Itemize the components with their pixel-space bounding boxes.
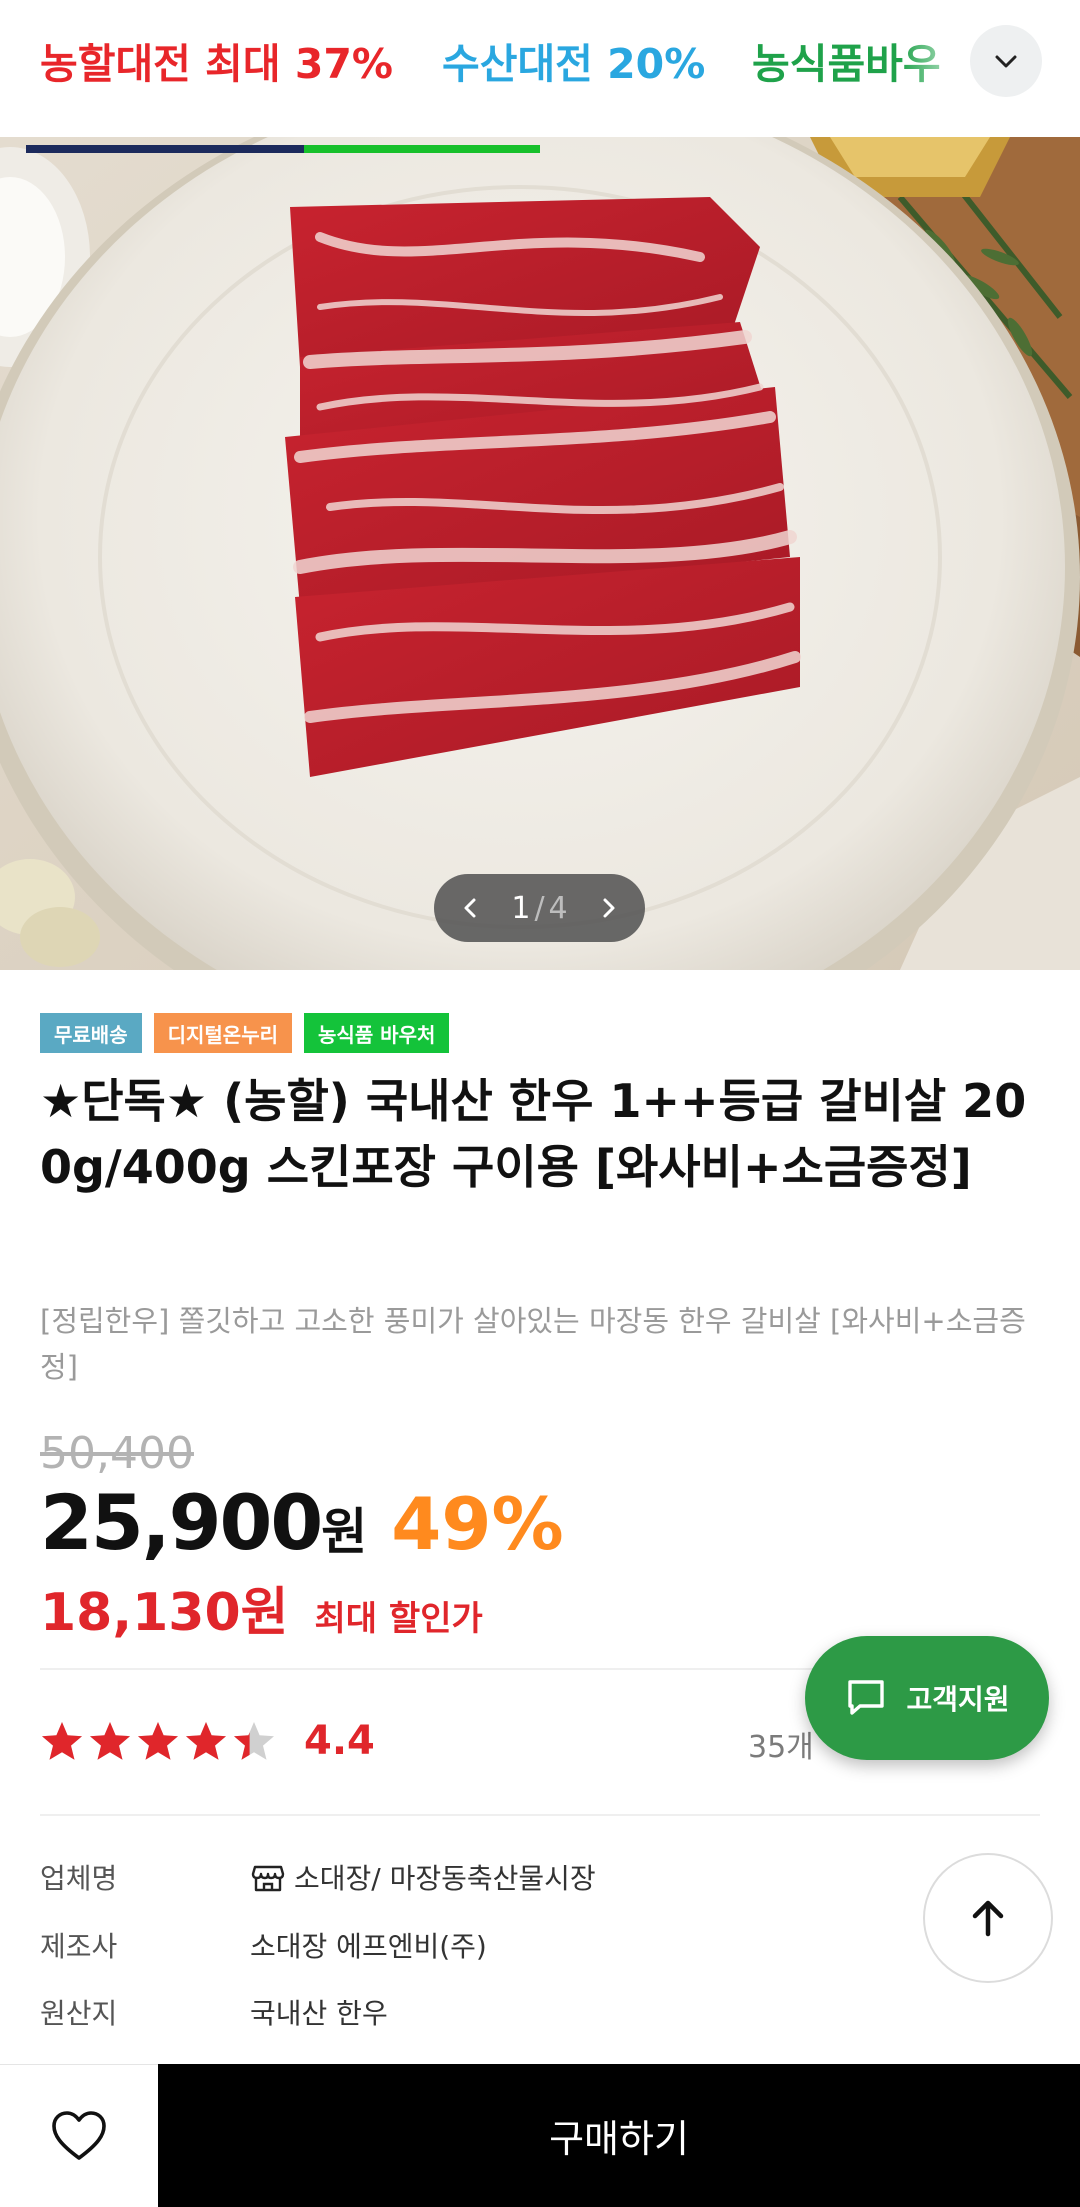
badge-free-shipping: 무료배송 — [40, 1013, 142, 1053]
expand-tabs-button[interactable] — [970, 25, 1042, 97]
tab-underline-active — [26, 145, 304, 153]
info-value: 국내산 한우 — [250, 1997, 388, 2030]
price-unit: 원 — [321, 1503, 368, 1561]
product-subtitle: [정립한우] 쫄깃하고 고소한 풍미가 살아있는 마장동 한우 갈비살 [와사비… — [40, 1304, 1026, 1384]
info-value: 소대장/ 마장동축산물시장 — [294, 1862, 596, 1895]
info-row-origin: 원산지 국내산 한우 — [40, 1992, 388, 2032]
next-image-button[interactable] — [599, 896, 619, 920]
badge-voucher: 농식품 바우처 — [304, 1013, 450, 1053]
customer-support-button[interactable]: 고객지원 — [805, 1636, 1049, 1760]
buy-button[interactable]: 구매하기 — [158, 2064, 1080, 2207]
star-icon — [186, 1722, 226, 1760]
store-icon — [251, 1865, 285, 1892]
product-image-carousel[interactable]: 1 / 4 — [0, 137, 1080, 970]
bottom-action-bar: 구매하기 — [0, 2064, 1080, 2207]
info-label: 제조사 — [40, 1930, 118, 1963]
support-label: 고객지원 — [906, 1683, 1010, 1716]
review-count[interactable]: 35개 — [748, 1722, 814, 1766]
max-discount-price: 18,130원 — [40, 1583, 289, 1643]
tab-susan-sale[interactable]: 수산대전 20% — [442, 30, 705, 90]
arrow-up-icon — [972, 1900, 1004, 1937]
info-row-seller: 업체명 소대장/ 마장동축산물시장 — [40, 1857, 596, 1897]
badge-list: 무료배송 디지털온누리 농식품 바우처 — [40, 1013, 450, 1053]
rating-row[interactable]: 4.4 — [40, 1718, 375, 1764]
product-title: ★단독★ (농할) 국내산 한우 1++등급 갈비살 200g/400g 스킨포… — [40, 1074, 1027, 1194]
star-rating — [40, 1720, 276, 1762]
price-row: 25,900원 49% — [40, 1478, 564, 1567]
chevron-right-icon — [603, 898, 615, 918]
max-discount-row: 18,130원 최대 할인가 — [40, 1570, 483, 1645]
star-icon — [90, 1722, 130, 1760]
seller-link[interactable]: 소대장/ 마장동축산물시장 — [250, 1857, 596, 1897]
scroll-top-button[interactable] — [923, 1853, 1053, 1983]
info-label: 원산지 — [40, 1997, 118, 2030]
info-label: 업체명 — [40, 1862, 118, 1895]
pager-separator: / — [534, 890, 545, 926]
divider — [40, 1814, 1040, 1816]
product-photo — [0, 137, 1080, 970]
chat-icon — [848, 1680, 885, 1715]
star-icon — [138, 1722, 178, 1760]
tabs-fade-overlay — [900, 0, 980, 137]
tab-underline-next — [304, 145, 540, 153]
promo-tab-bar: 농할대전 최대 37% 수산대전 20% 농식품바우 — [0, 0, 1080, 137]
image-pager: 1 / 4 — [434, 874, 645, 942]
original-price: 50,400 — [40, 1428, 194, 1479]
rating-value: 4.4 — [304, 1718, 375, 1764]
max-discount-label: 최대 할인가 — [314, 1599, 483, 1639]
pager-current: 1 — [511, 890, 531, 926]
sale-price: 25,900 — [40, 1478, 323, 1567]
info-value: 소대장 에프엔비(주) — [250, 1930, 487, 1963]
star-icon — [234, 1722, 274, 1760]
info-row-manufacturer: 제조사 소대장 에프엔비(주) — [40, 1925, 487, 1965]
chevron-left-icon — [464, 898, 476, 918]
badge-digital-onnuri: 디지털온누리 — [153, 1013, 293, 1053]
chevron-down-icon — [995, 55, 1017, 68]
wishlist-button[interactable] — [0, 2064, 158, 2207]
discount-rate: 49% — [391, 1482, 564, 1566]
tab-nonghal-sale[interactable]: 농할대전 최대 37% — [40, 30, 393, 90]
star-icon — [42, 1722, 82, 1760]
heart-icon — [52, 2111, 106, 2160]
pager-total: 4 — [548, 890, 568, 926]
prev-image-button[interactable] — [460, 896, 480, 920]
